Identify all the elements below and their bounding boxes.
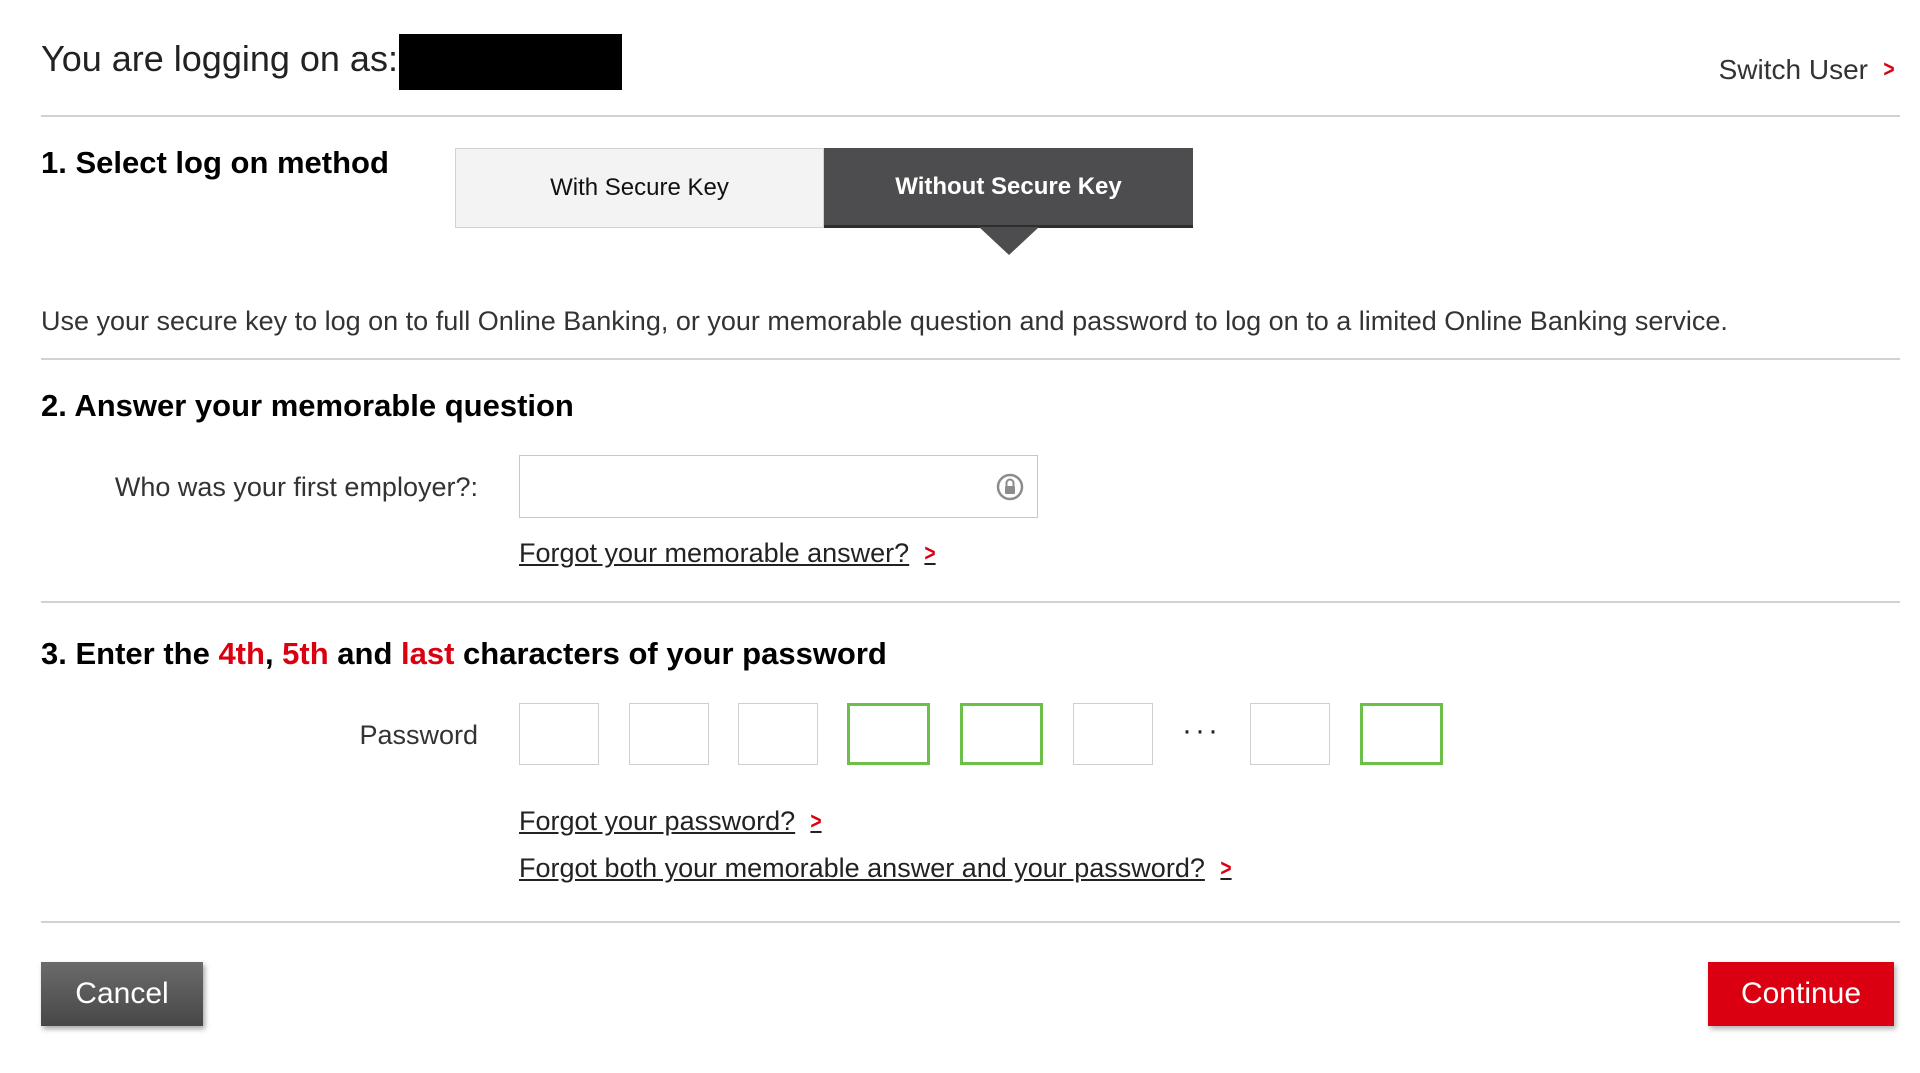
divider	[41, 115, 1900, 117]
memorable-question-label: Who was your first employer?:	[114, 472, 478, 502]
logon-method-description: Use your secure key to log on to full On…	[41, 306, 1728, 336]
divider	[41, 601, 1900, 603]
step3-title-sep: ,	[264, 636, 283, 671]
forgot-memorable-answer-label: Forgot your memorable answer?	[519, 538, 910, 568]
char-position-last: last	[401, 636, 455, 671]
password-char-input-last[interactable]	[1360, 703, 1443, 765]
password-ellipsis: ···	[1182, 714, 1221, 747]
chevron-right-icon: >	[924, 539, 936, 567]
forgot-both-link[interactable]: Forgot both your memorable answer and yo…	[519, 853, 1233, 884]
memorable-answer-input[interactable]	[519, 455, 1038, 518]
logging-on-as-label: You are logging on as:	[41, 38, 398, 79]
step1-title: 1. Select log on method	[41, 145, 389, 180]
switch-user-label: Switch User	[1718, 54, 1868, 85]
with-secure-key-tab[interactable]: With Secure Key	[455, 148, 824, 228]
selected-pointer-icon	[978, 227, 1039, 255]
password-char-box-1	[519, 703, 599, 765]
step3-title-prefix: 3. Enter the	[41, 636, 219, 671]
without-secure-key-label: Without Secure Key	[895, 172, 1122, 200]
password-label: Password	[359, 720, 478, 750]
step3-title: 3. Enter the 4th, 5th and last character…	[41, 636, 887, 672]
char-position-4th: 4th	[218, 636, 265, 671]
password-char-input-4[interactable]	[847, 703, 930, 765]
lock-icon	[996, 473, 1024, 501]
step2-title: 2. Answer your memorable question	[41, 388, 574, 423]
step3-title-suffix: characters of your password	[454, 636, 887, 671]
chevron-right-icon: >	[1883, 56, 1895, 83]
without-secure-key-tab[interactable]: Without Secure Key	[824, 148, 1193, 255]
chevron-right-icon: >	[810, 807, 822, 835]
char-position-5th: 5th	[282, 636, 329, 671]
logon-method-selector: With Secure Key Without Secure Key	[455, 148, 1193, 255]
forgot-password-label: Forgot your password?	[519, 806, 796, 836]
chevron-right-icon: >	[1220, 854, 1232, 882]
password-char-box-second-last	[1250, 703, 1330, 765]
password-char-input-5[interactable]	[960, 703, 1043, 765]
step3-title-sep: and	[328, 636, 402, 671]
divider	[41, 358, 1900, 360]
redacted-username	[399, 34, 622, 90]
switch-user-link[interactable]: Switch User >	[1719, 54, 1896, 86]
cancel-button[interactable]: Cancel	[41, 962, 203, 1026]
password-char-box-6	[1073, 703, 1153, 765]
password-char-box-2	[629, 703, 709, 765]
divider	[41, 921, 1900, 923]
password-char-box-3	[738, 703, 818, 765]
forgot-password-link[interactable]: Forgot your password? >	[519, 806, 823, 837]
forgot-memorable-answer-link[interactable]: Forgot your memorable answer? >	[519, 538, 937, 569]
forgot-both-label: Forgot both your memorable answer and yo…	[519, 853, 1205, 883]
continue-button[interactable]: Continue	[1708, 962, 1894, 1026]
